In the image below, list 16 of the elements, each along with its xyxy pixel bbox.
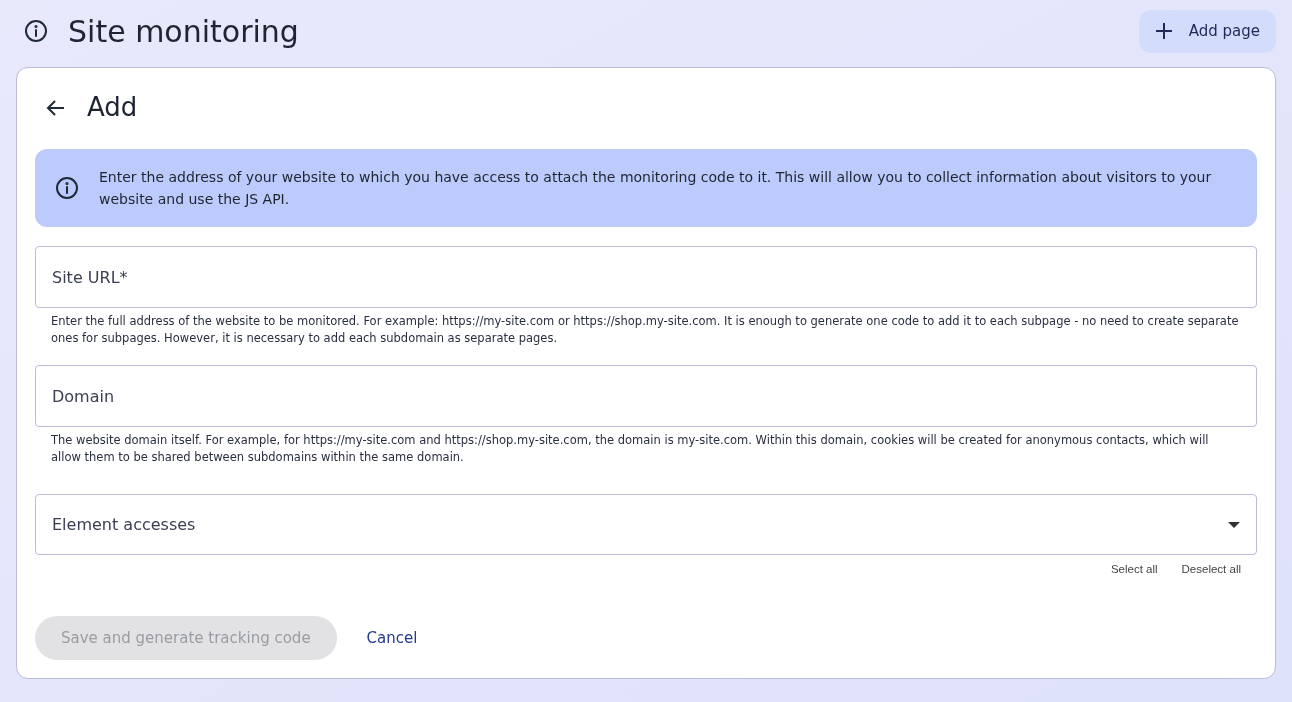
add-page-button[interactable]: Add page [1138, 9, 1276, 53]
plus-icon [1154, 22, 1173, 40]
info-icon [24, 19, 48, 43]
select-action-link[interactable]: Select all [1110, 561, 1158, 579]
info-icon [55, 176, 79, 200]
help-text: The website domain itself. For example, for https://my-site.com and https://shop.my-site.com, the domain is my-site.com. Within this domain, cookies will be created for anonymous contacts, which will allow them to be shared between subdomains within the same domain. [50, 432, 1210, 466]
banner-text: Enter the address of your website to which you have access to attach the monitoring code to it. This will allow you to collect information about visitors to your website and use the JS API. [99, 168, 1213, 209]
input-field[interactable]: Domain [35, 365, 1257, 427]
cancel-link[interactable]: Cancel [366, 627, 418, 650]
page-title: Site monitoring [68, 12, 299, 51]
select-field[interactable]: Element accesses [35, 494, 1257, 555]
input-field[interactable]: Site URL* [35, 246, 1257, 308]
card-title: Add [87, 91, 138, 124]
select-action-link[interactable]: Deselect all [1181, 561, 1241, 579]
help-text: Enter the full address of the website to be monitored. For example: https://my-site.com or https://shop.my-site.com. It is enough to generate one code to add it to each subpage - no need to create separate ones for subpages. However, it is necessary to add each subdomain as separate pages. [50, 313, 1240, 347]
dropdown-caret-icon [1228, 521, 1240, 528]
